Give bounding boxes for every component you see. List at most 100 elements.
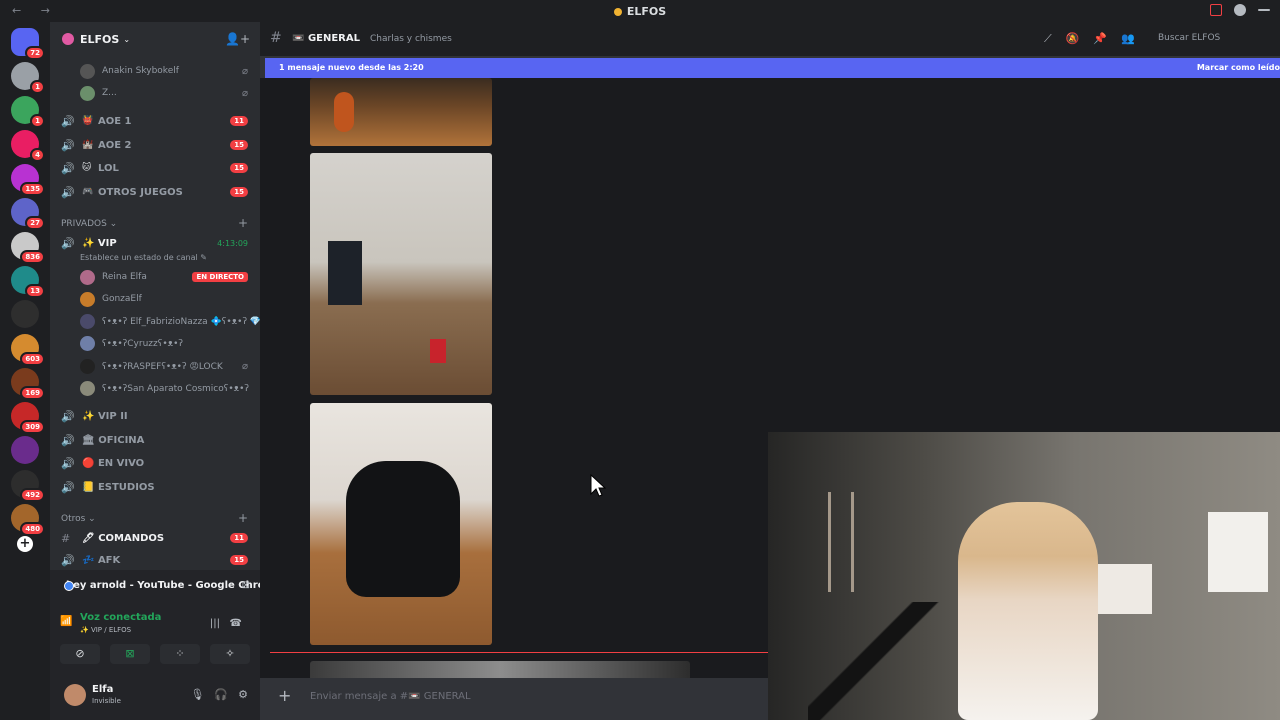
unread-badge: 72 [25, 46, 45, 60]
guild-icon[interactable]: 4 [11, 130, 45, 162]
user-panel: Elfa Invisible 🎙 🎧 ⚙ [50, 676, 260, 720]
voice-user[interactable]: ʕ•ᴥ•ʔSan Aparato Cosmicoʕ•ᴥ•ʔ [50, 378, 260, 398]
voice-channel-vip-ii[interactable]: 🔊 ✨ VIP II [50, 406, 260, 426]
notifications-icon[interactable]: 🔕 [1066, 32, 1080, 46]
guild-icon[interactable]: 1 [11, 96, 45, 128]
gear-icon[interactable]: ⚙ [238, 688, 248, 701]
unread-badge: 11 [230, 533, 248, 543]
guild-icon[interactable]: 603 [11, 334, 45, 366]
camera-off-button[interactable]: ⊘ [60, 644, 100, 664]
avatar [80, 313, 95, 329]
unread-badge: 13 [25, 284, 45, 298]
invite-user-icon[interactable]: 👤+ [225, 32, 250, 46]
guild-icon[interactable] [11, 436, 39, 464]
inbox-icon[interactable] [1210, 4, 1222, 16]
window-title-text: ELFOS [626, 5, 667, 18]
voice-user[interactable]: ʕ•ᴥ•ʔRASPEFʕ•ᴥ•ʔ 😡LOCK ⌀ [50, 356, 260, 376]
titlebar-icons [1210, 4, 1270, 16]
new-messages-divider [270, 652, 768, 653]
category-privados[interactable]: PRIVADOS ⌄ [61, 219, 117, 229]
guild-icon[interactable]: 836 [11, 232, 45, 264]
text-channel-comandos[interactable]: # 🖊 COMANDOS 11 [50, 528, 260, 548]
voice-user[interactable]: Z... ⌀ [50, 83, 260, 103]
server-icon [62, 33, 74, 45]
close-icon[interactable]: ⊠ [242, 580, 250, 591]
avatar [80, 358, 95, 374]
user-name: ʕ•ᴥ•ʔRASPEFʕ•ᴥ•ʔ 😡LOCK [102, 361, 223, 372]
soundboard-button[interactable]: ✧ [210, 644, 250, 664]
banner-text: 1 mensaje nuevo desde las 2:20 [279, 63, 424, 72]
mark-as-read-button[interactable]: Marcar como leído [1197, 63, 1280, 72]
add-channel-icon[interactable]: + [238, 511, 248, 525]
help-icon[interactable] [1234, 4, 1246, 16]
channel-emoji: 👹 [82, 116, 94, 126]
channel-topic[interactable]: Charlas y chismes [370, 34, 452, 44]
headphones-icon[interactable]: 🎧 [214, 688, 228, 701]
minimize-icon[interactable] [1258, 9, 1270, 11]
add-channel-icon[interactable]: + [238, 216, 248, 230]
guild-icon[interactable]: 480 [11, 504, 45, 536]
add-attachment-icon[interactable]: + [278, 686, 291, 705]
channel-emoji: 🖊 [82, 532, 95, 544]
new-messages-banner[interactable]: 1 mensaje nuevo desde las 2:20 Marcar co… [265, 58, 1280, 78]
activity-row[interactable]: hey arnold - YouTube - Google Chro... ⊠ [60, 574, 276, 596]
unread-badge: 480 [20, 522, 45, 536]
category-label: Otros [61, 514, 86, 524]
add-server-button[interactable]: + [17, 536, 33, 552]
signal-icon[interactable]: 📶 [60, 616, 72, 627]
voice-status[interactable]: Voz conectada [80, 612, 161, 623]
channel-status-prompt[interactable]: Establece un estado de canal ✎ [80, 253, 207, 262]
channel-emoji: 🏛 [82, 434, 95, 446]
voice-user[interactable]: Anakin Skybokelf ⌀ [50, 61, 260, 81]
voice-user[interactable]: Reina Elfa EN DIRECTO [50, 267, 260, 287]
voice-channel-lol[interactable]: 🔊 🐱 LOL 15 [50, 158, 260, 178]
screen-share-button[interactable]: ⊠ [110, 644, 150, 664]
microphone-icon[interactable]: 🎙 [190, 688, 204, 701]
voice-channel-otros-juegos[interactable]: 🔊 🎮 OTROS JUEGOS 15 [50, 182, 260, 202]
search-input[interactable]: Buscar ELFOS [1152, 30, 1280, 48]
guild-icon[interactable]: 169 [11, 368, 45, 400]
user-name: ʕ•ᴥ•ʔCyruzzʕ•ᴥ•ʔ [102, 338, 183, 349]
voice-user[interactable]: ʕ•ᴥ•ʔ Elf_FabrizioNazza 💠ʕ•ᴥ•ʔ 💎 [50, 311, 261, 331]
pin-icon[interactable]: 📌 [1093, 32, 1107, 46]
voice-channel-aoe2[interactable]: 🔊 🏰 AOE 2 15 [50, 135, 260, 155]
webcam-mic-arm [808, 602, 948, 720]
server-header[interactable]: ELFOS ⌄ 👤+ [50, 22, 260, 56]
category-otros[interactable]: Otros ⌄ [61, 514, 96, 524]
unread-badge: 15 [230, 140, 248, 150]
user-name: Anakin Skybokelf [102, 66, 179, 76]
avatar[interactable] [64, 684, 86, 706]
unread-badge: 1 [30, 114, 45, 128]
voice-channel-estudios[interactable]: 🔊 📒 ESTUDIOS [50, 477, 260, 497]
voice-channel-vip[interactable]: 🔊 ✨ VIP 4:13:09 [50, 233, 260, 253]
members-icon[interactable]: 👥 [1121, 32, 1135, 46]
threads-icon[interactable]: ⟋ [1044, 32, 1052, 46]
user-name[interactable]: Elfa [92, 684, 113, 695]
disconnect-icon[interactable]: ☎ [230, 618, 242, 629]
voice-user[interactable]: ʕ•ᴥ•ʔCyruzzʕ•ᴥ•ʔ [50, 333, 260, 353]
attachment-image[interactable] [310, 153, 492, 395]
webcam-person [958, 502, 1098, 720]
guild-icon[interactable]: 72 [11, 28, 45, 60]
channel-name: OTROS JUEGOS [98, 186, 183, 198]
guild-icon[interactable] [11, 300, 39, 328]
guild-icon[interactable]: 492 [11, 470, 45, 502]
guild-icon[interactable]: 13 [11, 266, 45, 298]
unread-badge: 169 [20, 386, 45, 400]
message-input[interactable]: Enviar mensaje a #📼 GENERAL [310, 691, 471, 702]
attachment-image[interactable] [310, 78, 492, 146]
noise-suppression-icon[interactable]: ||| [210, 618, 220, 629]
attachment-image[interactable] [310, 403, 492, 645]
voice-channel-aoe1[interactable]: 🔊 👹 AOE 1 11 [50, 111, 260, 131]
voice-channel-afk[interactable]: 🔊 💤 AFK 15 [50, 552, 260, 568]
voice-channel-en-vivo[interactable]: 🔊 🔴 EN VIVO [50, 453, 260, 473]
guild-icon[interactable]: 27 [11, 198, 45, 230]
guild-icon[interactable]: 309 [11, 402, 45, 434]
guild-icon[interactable]: 1 [11, 62, 45, 94]
voice-channel-oficina[interactable]: 🔊 🏛 OFICINA [50, 430, 260, 450]
guild-icon[interactable]: 135 [11, 164, 45, 196]
user-activity-panel: hey arnold - YouTube - Google Chro... ⊠ … [50, 570, 276, 720]
live-badge: EN DIRECTO [192, 272, 248, 282]
voice-user[interactable]: GonzaElf [50, 289, 260, 309]
activities-button[interactable]: ⁘ [160, 644, 200, 664]
